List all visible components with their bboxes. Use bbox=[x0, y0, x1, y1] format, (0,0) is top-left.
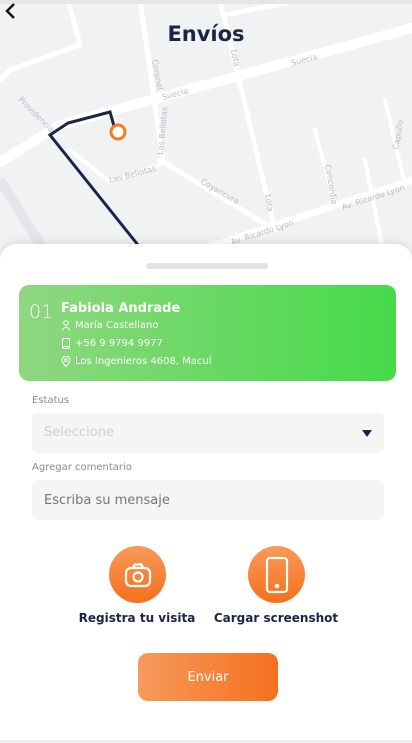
bottom-sheet: 01 Fabiola Andrade María Castellano +56 … bbox=[0, 244, 412, 743]
caret-down-icon bbox=[362, 430, 372, 437]
drag-handle[interactable] bbox=[146, 263, 268, 269]
street-label: Las Bellotas bbox=[108, 164, 157, 185]
person-icon bbox=[61, 320, 71, 331]
phone-icon bbox=[62, 338, 70, 349]
register-visit-button[interactable] bbox=[109, 546, 166, 603]
phone-row: +56 9 9794 9977 bbox=[61, 338, 163, 349]
location-pin-icon bbox=[61, 356, 71, 367]
street-label: Coyancura bbox=[199, 177, 241, 206]
street-label: Capullo bbox=[391, 119, 405, 150]
status-bar-divider bbox=[0, 0, 412, 4]
page-title: Envíos bbox=[167, 22, 245, 46]
comment-input[interactable] bbox=[32, 480, 384, 520]
contact-row: María Castellano bbox=[61, 320, 159, 331]
phone-number: +56 9 9794 9977 bbox=[75, 338, 163, 349]
comment-label: Agregar comentario bbox=[32, 462, 132, 473]
upload-screenshot-button[interactable] bbox=[248, 546, 305, 603]
address: Los Ingenieros 4608, Macul bbox=[75, 356, 212, 367]
destination-marker bbox=[109, 123, 127, 141]
phone-icon bbox=[265, 556, 288, 593]
street-label: Lota bbox=[263, 194, 275, 213]
street-label: Providencia bbox=[17, 95, 56, 134]
delivery-card[interactable]: 01 Fabiola Andrade María Castellano +56 … bbox=[19, 285, 396, 381]
recipient-name: Fabiola Andrade bbox=[61, 301, 181, 316]
street-label: Suecia bbox=[161, 86, 189, 102]
contact-name: María Castellano bbox=[75, 320, 159, 331]
status-label: Estatus bbox=[32, 395, 70, 406]
status-placeholder: Seleccione bbox=[44, 425, 114, 440]
chevron-left-icon[interactable] bbox=[0, 0, 22, 22]
upload-screenshot-label[interactable]: Cargar screenshot bbox=[206, 611, 346, 625]
send-button[interactable]: Enviar bbox=[138, 653, 278, 701]
delivery-number: 01 bbox=[29, 301, 54, 323]
map[interactable]: Suecia Suecia Coronel Lota Lota Las Bell… bbox=[0, 0, 412, 260]
street-label: Lota bbox=[229, 49, 241, 68]
address-row: Los Ingenieros 4608, Macul bbox=[61, 356, 212, 367]
status-select[interactable]: Seleccione bbox=[32, 413, 384, 453]
register-visit-label[interactable]: Registra tu visita bbox=[67, 611, 207, 625]
street-label: Suecia bbox=[290, 52, 318, 68]
camera-icon bbox=[124, 562, 151, 587]
street-label: Concordia bbox=[323, 164, 339, 205]
